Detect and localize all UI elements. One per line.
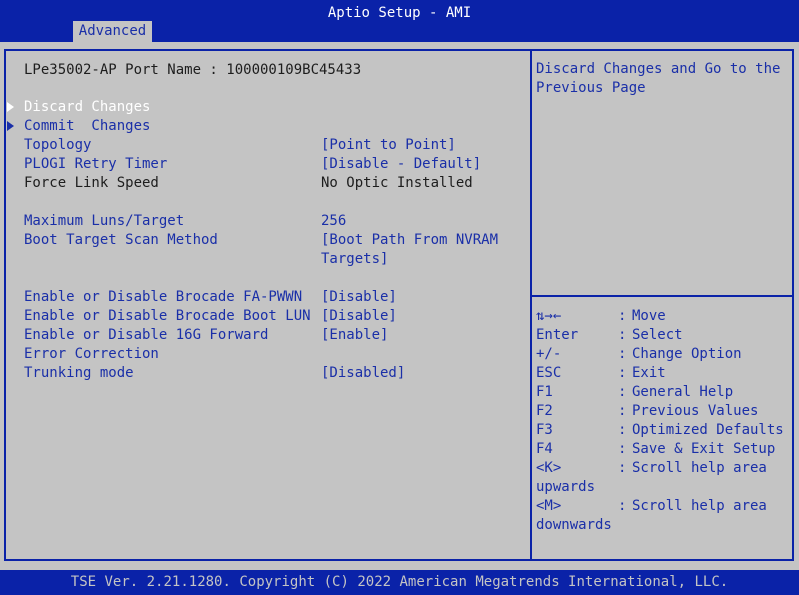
key-name: <M> [536, 498, 562, 514]
key-desc: Scroll help area [632, 498, 767, 514]
key-desc: Exit [632, 365, 666, 381]
help-separator [532, 295, 794, 297]
topology-value[interactable]: [Point to Point] [321, 136, 456, 155]
key-name: F1 [536, 384, 553, 400]
key-sep: : [618, 308, 627, 324]
key-name: <K> [536, 460, 562, 476]
app-title: Aptio Setup - AMI [327, 5, 472, 21]
max-luns-value[interactable]: 256 [321, 212, 346, 231]
16g-forward-value[interactable]: [Enable] [321, 326, 388, 345]
max-luns-label[interactable]: Maximum Luns/Target [24, 212, 184, 231]
copyright-footer: TSE Ver. 2.21.1280. Copyright (C) 2022 A… [70, 574, 729, 590]
trunking-mode-value[interactable]: [Disabled] [321, 364, 405, 383]
commit-changes-item[interactable]: Commit Changes [24, 117, 150, 136]
key-sep: : [618, 346, 627, 362]
key-move-icon: ⇅→← [536, 308, 562, 324]
brocade-fa-pwwn-label[interactable]: Enable or Disable Brocade FA-PWWN [24, 288, 302, 307]
key-name: F4 [536, 441, 553, 457]
tab-advanced[interactable]: Advanced [73, 21, 152, 42]
trunking-mode-label[interactable]: Trunking mode [24, 364, 134, 383]
help-text-line1: Discard Changes and Go to the [536, 61, 781, 77]
boot-target-scan-value[interactable]: [Boot Path From NVRAM [321, 231, 498, 250]
key-desc: Scroll help area [632, 460, 767, 476]
key-desc: Select [632, 327, 683, 343]
key-desc: General Help [632, 384, 734, 400]
submenu-arrow-icon [7, 102, 14, 112]
key-sep: : [618, 403, 627, 419]
plogi-retry-timer-label[interactable]: PLOGI Retry Timer [24, 155, 167, 174]
key-sep: : [618, 384, 627, 400]
key-sep: : [618, 441, 627, 457]
key-name: Enter [536, 327, 579, 343]
plogi-retry-timer-value[interactable]: [Disable - Default] [321, 155, 481, 174]
brocade-boot-lun-value[interactable]: [Disable] [321, 307, 397, 326]
key-sep: : [618, 460, 627, 476]
key-desc-cont: upwards [536, 479, 596, 495]
key-name: F2 [536, 403, 553, 419]
key-sep: : [618, 327, 627, 343]
panel-divider [530, 49, 532, 561]
key-desc: Previous Values [632, 403, 759, 419]
force-link-speed-value: No Optic Installed [321, 175, 473, 191]
submenu-arrow-icon [7, 121, 14, 131]
key-sep: : [618, 365, 627, 381]
key-name: +/- [536, 346, 562, 362]
key-desc: Change Option [632, 346, 742, 362]
port-name-info: LPe35002-AP Port Name : 100000109BC45433 [24, 62, 362, 78]
title-bar: Aptio Setup - AMI Advanced [0, 0, 799, 42]
help-text-line2: Previous Page [536, 80, 646, 96]
error-correction-label[interactable]: Error Correction [24, 345, 159, 364]
boot-target-scan-label[interactable]: Boot Target Scan Method [24, 231, 218, 250]
16g-forward-label[interactable]: Enable or Disable 16G Forward [24, 326, 268, 345]
status-bar: TSE Ver. 2.21.1280. Copyright (C) 2022 A… [0, 570, 799, 595]
boot-target-scan-value-cont[interactable]: Targets] [321, 250, 388, 269]
key-desc-cont: downwards [536, 517, 612, 533]
key-name: ESC [536, 365, 562, 381]
key-desc: Optimized Defaults [632, 422, 784, 438]
key-sep: : [618, 422, 627, 438]
brocade-fa-pwwn-value[interactable]: [Disable] [321, 288, 397, 307]
main-panel: LPe35002-AP Port Name : 100000109BC45433… [0, 42, 799, 570]
key-sep: : [618, 498, 627, 514]
brocade-boot-lun-label[interactable]: Enable or Disable Brocade Boot LUN [24, 307, 311, 326]
key-desc: Save & Exit Setup [632, 441, 776, 457]
key-desc: Move [632, 308, 666, 324]
force-link-speed-label: Force Link Speed [24, 175, 159, 191]
topology-label[interactable]: Topology [24, 136, 91, 155]
key-name: F3 [536, 422, 553, 438]
discard-changes-item[interactable]: Discard Changes [24, 98, 150, 117]
